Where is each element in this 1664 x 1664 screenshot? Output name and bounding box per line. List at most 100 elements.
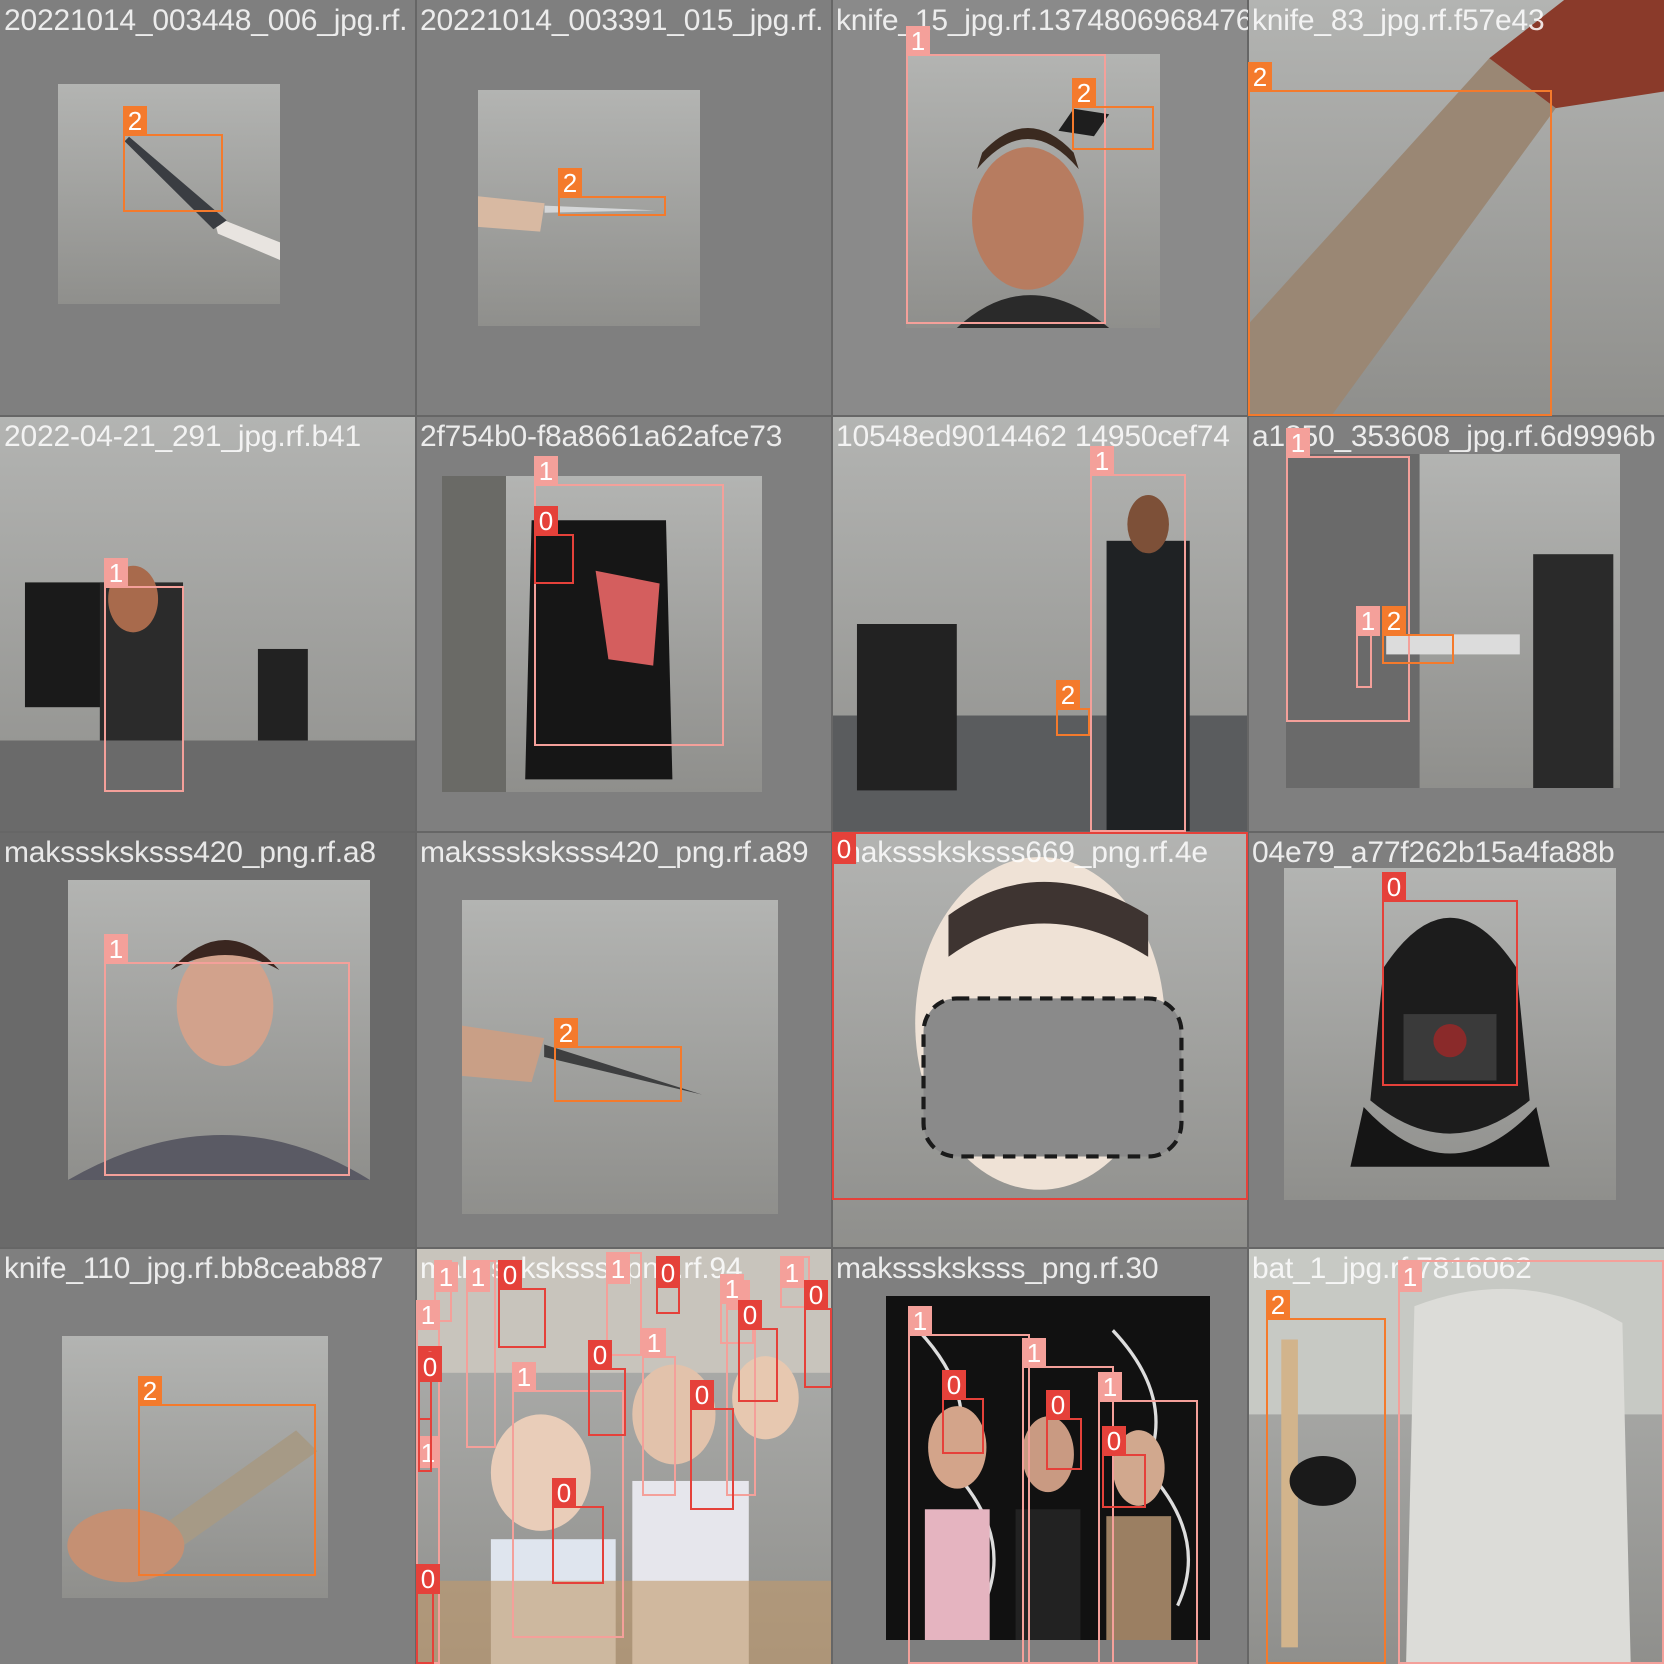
class-label: 0 <box>416 1564 440 1594</box>
bounding-box: 0 <box>1102 1426 1146 1508</box>
mosaic-tile: maksssksksss420_png.rf.a8 1 <box>0 832 416 1248</box>
image-filename: knife_110_jpg.rf.bb8ceab887 <box>4 1252 384 1285</box>
class-label: 0 <box>534 506 558 536</box>
class-label: 2 <box>138 1376 162 1406</box>
class-label: 0 <box>1102 1426 1126 1456</box>
bounding-box: 1 <box>1286 428 1410 722</box>
class-label: 1 <box>512 1362 536 1392</box>
image-filename: 20221014_003391_015_jpg.rf. <box>420 4 824 37</box>
bounding-box: 0 <box>416 1564 440 1664</box>
mosaic-tile: 04e79_a77f262b15a4fa88b 0 <box>1248 832 1664 1248</box>
class-label: 0 <box>656 1258 680 1288</box>
class-label: 2 <box>1266 1290 1290 1320</box>
image-filename: knife_83_jpg.rf.f57e43 <box>1252 4 1545 37</box>
mosaic-tile: 10548ed9014462 14950cef74 1 2 <box>832 416 1248 832</box>
image-filename: maksssksksss_png.rf.30 <box>836 1252 1159 1285</box>
class-label: 2 <box>123 106 147 136</box>
bounding-box: 1 <box>466 1260 496 1448</box>
image-filename: a1850_353608_jpg.rf.6d9996b <box>1252 420 1656 453</box>
class-label: 1 <box>1286 428 1310 458</box>
bounding-box: 0 <box>656 1256 680 1314</box>
class-label: 0 <box>804 1280 828 1310</box>
bounding-box: 1 <box>1356 606 1380 688</box>
bounding-box: 2 <box>1382 606 1454 664</box>
mosaic-tile: a1850_353608_jpg.rf.6d9996b 1 1 2 <box>1248 416 1664 832</box>
class-label: 1 <box>1022 1338 1046 1368</box>
bounding-box: 1 <box>104 934 350 1176</box>
class-label: 0 <box>832 834 856 864</box>
bounding-box: 1 <box>104 558 184 792</box>
image-filename: 2f754b0-f8a8661a62afce73 <box>420 420 783 453</box>
mosaic-tile: bat_1_jpg.rf.7816062 2 1 <box>1248 1248 1664 1664</box>
image-filename: 20221014_003448_006_jpg.rf. <box>4 4 408 37</box>
class-label: 0 <box>690 1380 714 1410</box>
bounding-box: 0 <box>552 1478 604 1584</box>
mosaic-tile: knife_110_jpg.rf.bb8ceab887 2 <box>0 1248 416 1664</box>
mosaic-tile: 2f754b0-f8a8661a62afce73 1 0 <box>416 416 832 832</box>
class-label: 0 <box>942 1370 966 1400</box>
mosaic-tile: maksssksksss420_png.rf.a89 2 <box>416 832 832 1248</box>
class-label: 2 <box>1072 78 1096 108</box>
bounding-box: 2 <box>554 1018 682 1102</box>
class-label: 1 <box>466 1262 490 1292</box>
tile-divider <box>0 1247 1664 1249</box>
class-label: 2 <box>1382 606 1406 636</box>
class-label: 0 <box>552 1478 576 1508</box>
bounding-box: 1 <box>1398 1260 1664 1664</box>
class-label: 2 <box>1248 62 1272 92</box>
class-label: 1 <box>1098 1372 1122 1402</box>
mosaic-tile: knife_83_jpg.rf.f57e43 2 <box>1248 0 1664 416</box>
class-label: 2 <box>558 168 582 198</box>
bounding-box: 0 <box>588 1340 626 1436</box>
training-image <box>0 416 416 832</box>
class-label: 1 <box>908 1306 932 1336</box>
class-label: 1 <box>104 558 128 588</box>
class-label: 0 <box>1382 872 1406 902</box>
bounding-box: 2 <box>123 106 223 212</box>
bounding-box: 0 <box>1382 872 1518 1086</box>
training-batch-mosaic: 20221014_003448_006_jpg.rf. 2 20221014_003… <box>0 0 1664 1664</box>
bounding-box: 0 <box>418 1352 442 1420</box>
bounding-box: 0 <box>804 1280 832 1388</box>
class-label: 1 <box>1398 1262 1422 1292</box>
class-label: 0 <box>588 1340 612 1370</box>
image-filename: 04e79_a77f262b15a4fa88b <box>1252 836 1615 869</box>
bounding-box: 1 <box>642 1328 676 1496</box>
bounding-box: 2 <box>138 1376 316 1576</box>
image-filename: knife_15_jpg.rf.1374806968476 <box>836 4 1248 37</box>
bounding-box: 0 <box>690 1380 734 1510</box>
mosaic-tile: 20221014_003391_015_jpg.rf. 2 <box>416 0 832 416</box>
image-filename: 10548ed9014462 14950cef74 <box>836 420 1230 453</box>
class-label: 0 <box>498 1260 522 1290</box>
class-label: 0 <box>738 1300 762 1330</box>
bounding-box: 1 <box>534 456 724 746</box>
bounding-box: 2 <box>1248 62 1552 416</box>
mosaic-tile: maksssksksss_png.rf.94111111111100000000… <box>416 1248 832 1664</box>
bounding-box: 0 <box>534 506 574 584</box>
bounding-box: 2 <box>1056 680 1090 736</box>
mosaic-tile: maksssksksss_png.rf.30 1 1 1 0 0 0 <box>832 1248 1248 1664</box>
bounding-box: 0 <box>498 1260 546 1348</box>
bounding-box: 0 <box>832 832 1248 1200</box>
class-label: 1 <box>434 1262 458 1292</box>
class-label: 1 <box>1090 446 1114 476</box>
bounding-box: 2 <box>1072 78 1154 150</box>
class-label: 1 <box>104 934 128 964</box>
class-label: 1 <box>906 26 930 56</box>
mosaic-tile: maksssksksss669_png.rf.4e 0 <box>832 832 1248 1248</box>
image-filename: maksssksksss420_png.rf.a8 <box>4 836 376 869</box>
class-label: 1 <box>780 1258 804 1288</box>
bounding-box: 1 <box>1090 446 1186 832</box>
mosaic-tile: knife_15_jpg.rf.1374806968476 1 2 <box>832 0 1248 416</box>
bounding-box: 2 <box>1266 1290 1386 1664</box>
bounding-box: 0 <box>1046 1390 1082 1470</box>
bounding-box: 2 <box>558 168 666 216</box>
bounding-box: 0 <box>738 1300 778 1402</box>
class-label: 1 <box>606 1254 630 1284</box>
image-filename: maksssksksss420_png.rf.a89 <box>420 836 809 869</box>
class-label: 1 <box>1356 606 1380 636</box>
class-label: 0 <box>418 1352 442 1382</box>
class-label: 1 <box>534 456 558 486</box>
bounding-box: 0 <box>942 1370 984 1454</box>
class-label: 1 <box>416 1300 440 1330</box>
